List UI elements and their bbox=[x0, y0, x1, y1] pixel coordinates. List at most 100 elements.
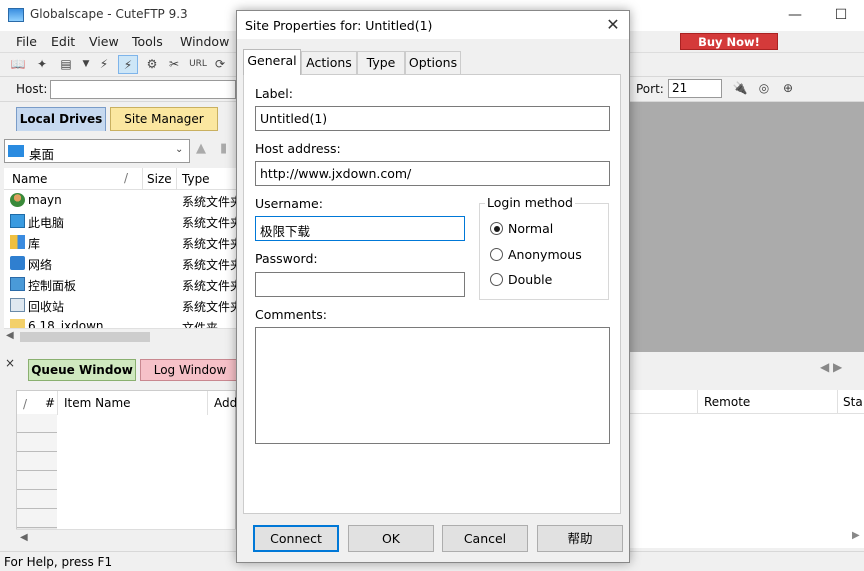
refresh-icon[interactable]: ⟳ bbox=[210, 55, 230, 74]
scroll-right-icon[interactable]: ▶ bbox=[852, 530, 864, 546]
column-status[interactable]: Sta bbox=[843, 395, 863, 409]
chevron-down-icon[interactable]: ▼ bbox=[76, 55, 96, 74]
file-type: 系统文件夹 bbox=[182, 195, 236, 209]
double-radio-label[interactable]: Double bbox=[508, 272, 552, 287]
menu-edit[interactable]: Edit bbox=[51, 34, 75, 49]
column-divider bbox=[837, 390, 838, 414]
tab-options[interactable]: Options bbox=[405, 51, 461, 74]
globe-icon[interactable]: ◎ bbox=[754, 79, 774, 98]
table-row bbox=[17, 414, 57, 433]
column-remote[interactable]: Remote bbox=[704, 395, 750, 409]
anonymous-radio-label[interactable]: Anonymous bbox=[508, 247, 582, 262]
list-item[interactable]: 库 系统文件夹 bbox=[4, 232, 236, 253]
file-name: 此电脑 bbox=[28, 216, 65, 230]
host-address-field[interactable]: http://www.jxdown.com/ bbox=[255, 161, 610, 186]
folder-icon[interactable]: ▮ bbox=[220, 141, 236, 157]
add-site-icon[interactable]: ⊕ bbox=[778, 79, 798, 98]
network-icon bbox=[10, 256, 25, 270]
column-sort[interactable]: / bbox=[23, 397, 27, 411]
password-caption: Password: bbox=[255, 251, 318, 266]
password-field[interactable] bbox=[255, 272, 465, 297]
menu-window[interactable]: Window bbox=[180, 34, 229, 49]
tab-actions[interactable]: Actions bbox=[301, 51, 357, 74]
recycle-bin-icon bbox=[10, 298, 25, 312]
drive-select[interactable]: 桌面 ⌄ bbox=[4, 139, 190, 163]
quick-connect-icon[interactable]: ⚡ bbox=[118, 55, 138, 74]
list-item[interactable]: 网络 系统文件夹 bbox=[4, 253, 236, 274]
file-type: 系统文件夹 bbox=[182, 279, 236, 293]
tab-local-drives[interactable]: Local Drives bbox=[16, 107, 106, 131]
help-button[interactable]: 帮助 bbox=[537, 525, 623, 552]
normal-radio[interactable] bbox=[490, 222, 503, 235]
file-list-header: Name / Size Type bbox=[4, 168, 236, 190]
column-name[interactable]: Name bbox=[12, 172, 47, 186]
column-type[interactable]: Type bbox=[182, 172, 210, 186]
column-address[interactable]: Add bbox=[214, 396, 237, 410]
column-number[interactable]: # bbox=[45, 396, 55, 410]
user-icon bbox=[10, 193, 25, 207]
file-type: 系统文件夹 bbox=[182, 258, 236, 272]
ok-button[interactable]: OK bbox=[348, 525, 434, 552]
tab-general[interactable]: General bbox=[243, 49, 301, 75]
login-method-caption: Login method bbox=[485, 195, 575, 210]
disconnect-icon[interactable]: ✂ bbox=[164, 55, 184, 74]
new-file-icon[interactable]: ▤ bbox=[56, 55, 76, 74]
reconnect-icon[interactable]: ⚙ bbox=[142, 55, 162, 74]
list-item[interactable]: 6.18_jxdown 文件夹 bbox=[4, 316, 236, 328]
buy-now-button[interactable]: Buy Now! bbox=[680, 33, 778, 50]
tab-type[interactable]: Type bbox=[357, 51, 405, 74]
port-input[interactable]: 21 bbox=[668, 79, 722, 98]
double-radio[interactable] bbox=[490, 273, 503, 286]
file-type: 系统文件夹 bbox=[182, 216, 236, 230]
port-label: Port: bbox=[636, 82, 664, 96]
dialog-title: Site Properties for: Untitled(1) bbox=[245, 18, 433, 33]
menu-tools[interactable]: Tools bbox=[132, 34, 163, 49]
comments-field[interactable] bbox=[255, 327, 610, 444]
library-icon bbox=[10, 235, 25, 249]
close-button[interactable]: ✕ bbox=[597, 11, 629, 39]
chevron-down-icon: ⌄ bbox=[175, 144, 184, 155]
file-name: 控制面板 bbox=[28, 279, 77, 293]
login-method-group: Login method Normal Anonymous Double bbox=[479, 195, 609, 300]
normal-radio-label[interactable]: Normal bbox=[508, 221, 553, 236]
menu-file[interactable]: File bbox=[16, 34, 37, 49]
list-item[interactable]: 回收站 系统文件夹 bbox=[4, 295, 236, 316]
host-input[interactable] bbox=[50, 80, 236, 99]
desktop-icon bbox=[8, 145, 24, 157]
connect-icon[interactable]: ⚡ bbox=[94, 55, 114, 74]
label-field[interactable]: Untitled(1) bbox=[255, 106, 610, 131]
column-sort[interactable]: / bbox=[124, 171, 128, 185]
folder-up-icon[interactable]: ▲ bbox=[196, 141, 212, 157]
column-size[interactable]: Size bbox=[147, 172, 172, 186]
list-item[interactable]: 控制面板 系统文件夹 bbox=[4, 274, 236, 295]
tab-queue-window[interactable]: Queue Window bbox=[28, 359, 136, 381]
drive-select-value: 桌面 bbox=[29, 147, 55, 162]
scroll-thumb[interactable] bbox=[20, 332, 150, 342]
app-title: Globalscape - CuteFTP 9.3 bbox=[30, 7, 188, 21]
connect-button[interactable]: Connect bbox=[253, 525, 339, 552]
queue-scrollbar[interactable]: ◀ bbox=[16, 529, 236, 545]
file-name: mayn bbox=[28, 193, 62, 207]
column-item-name[interactable]: Item Name bbox=[64, 396, 131, 410]
scroll-left-icon[interactable]: ◀ bbox=[20, 532, 28, 543]
list-item[interactable]: mayn 系统文件夹 bbox=[4, 190, 236, 211]
scroll-left-icon[interactable]: ◀ bbox=[6, 330, 14, 341]
open-book-icon[interactable]: 📖 bbox=[8, 55, 28, 74]
column-divider bbox=[697, 390, 698, 414]
url-icon[interactable]: URL bbox=[188, 55, 208, 74]
tab-site-manager[interactable]: Site Manager bbox=[110, 107, 218, 131]
tab-scroll-arrows[interactable]: ◀ ▶ bbox=[820, 360, 860, 376]
menu-view[interactable]: View bbox=[89, 34, 119, 49]
file-list-scrollbar[interactable]: ◀ bbox=[4, 328, 236, 345]
column-divider bbox=[142, 168, 143, 190]
maximize-button[interactable]: ☐ bbox=[818, 0, 864, 31]
tab-log-window[interactable]: Log Window bbox=[140, 359, 240, 381]
table-row bbox=[17, 433, 57, 452]
anonymous-radio[interactable] bbox=[490, 248, 503, 261]
cancel-button[interactable]: Cancel bbox=[442, 525, 528, 552]
list-item[interactable]: 此电脑 系统文件夹 bbox=[4, 211, 236, 232]
username-field[interactable]: 极限下载 bbox=[255, 216, 465, 241]
plug-icon[interactable]: 🔌 bbox=[730, 79, 750, 98]
wizard-icon[interactable]: ✦ bbox=[32, 55, 52, 74]
minimize-button[interactable]: — bbox=[772, 0, 818, 31]
